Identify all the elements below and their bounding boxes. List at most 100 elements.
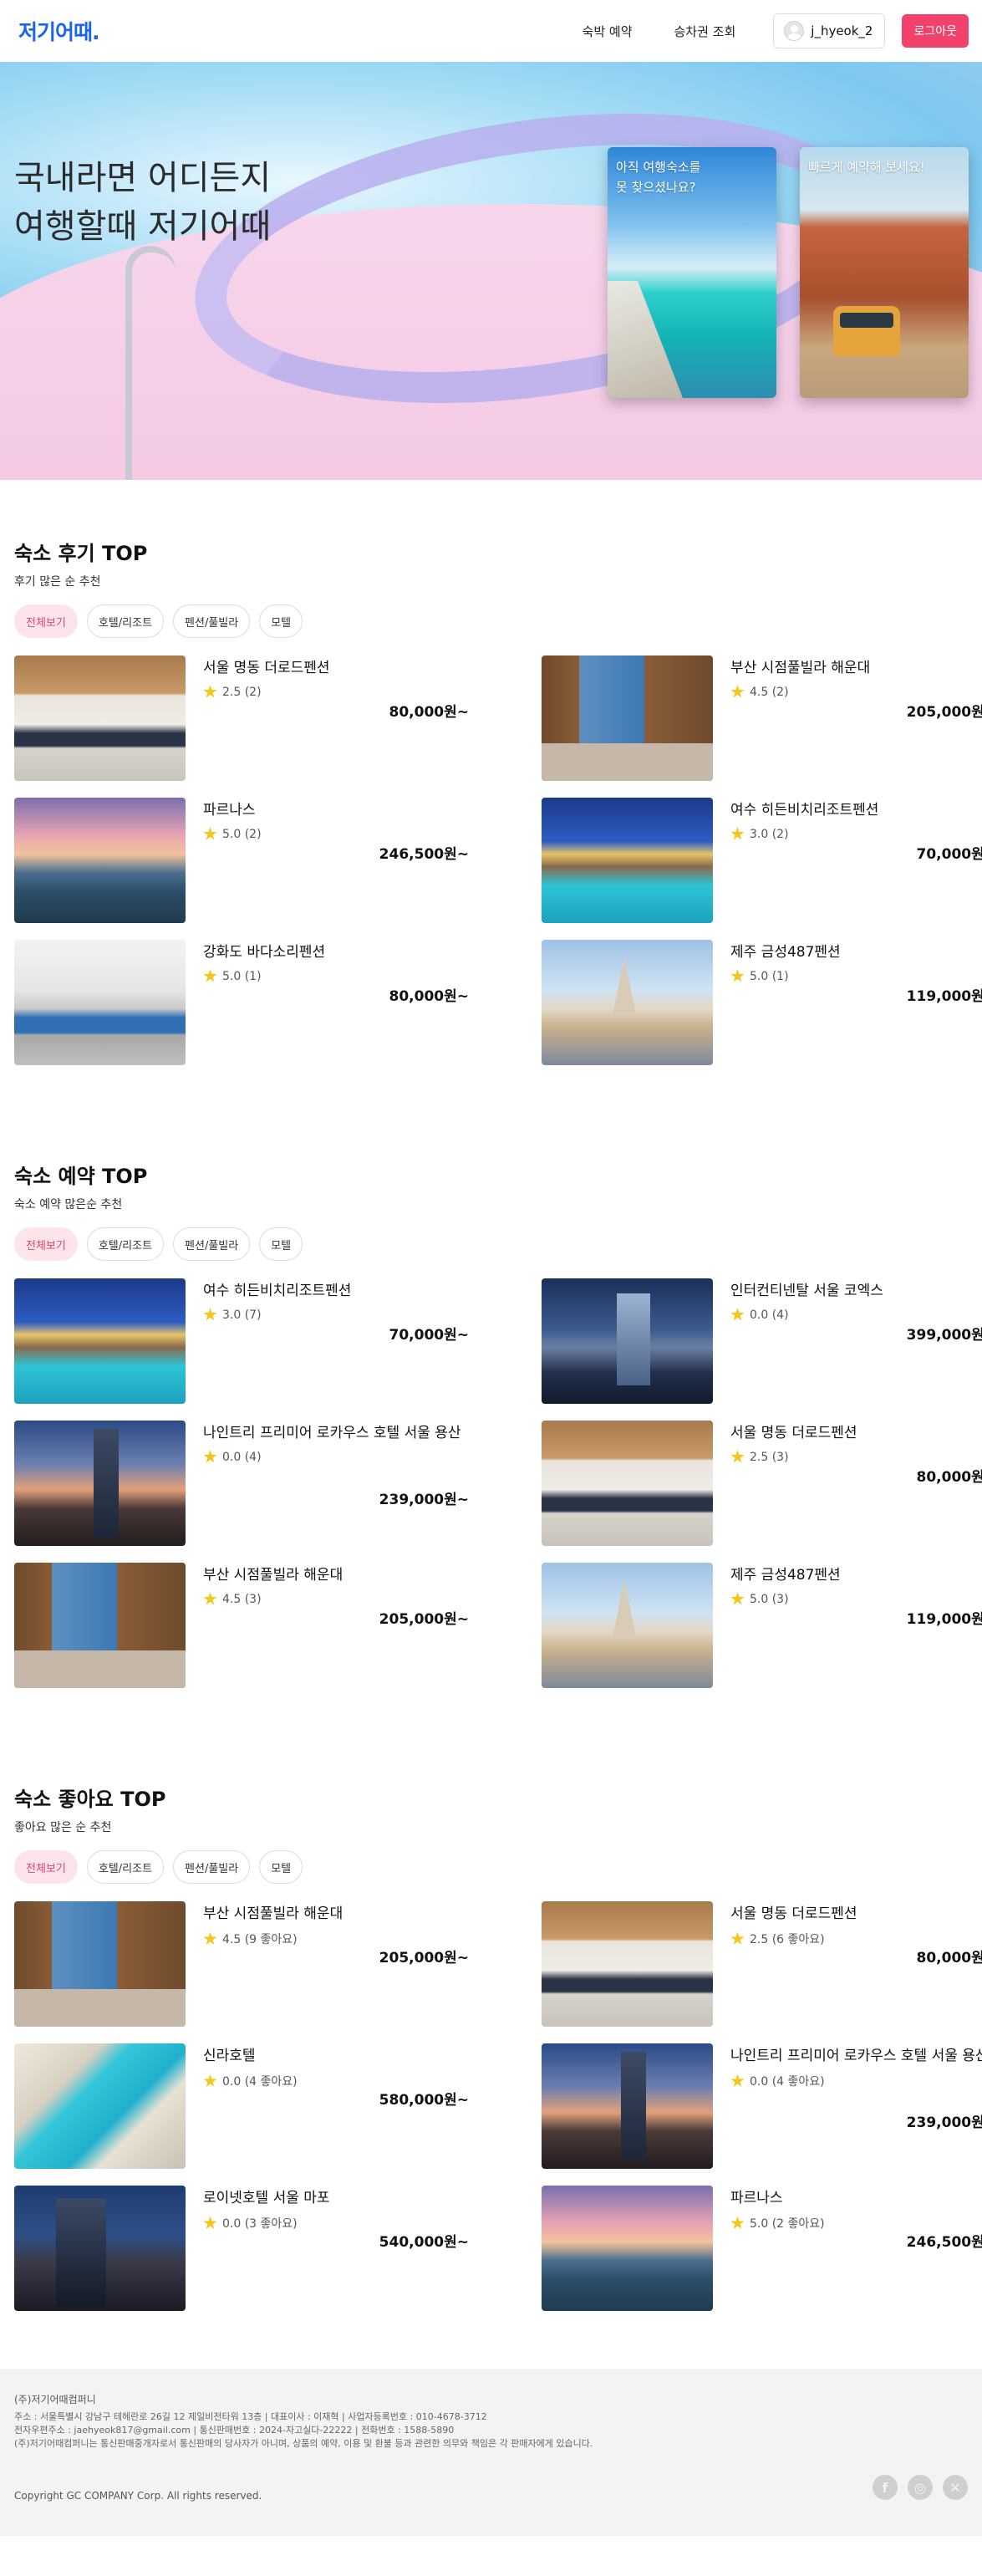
nav-lodging-reservation[interactable]: 숙박 예약	[562, 23, 654, 40]
lodging-info: 제주 금성487펜션 5.0 (1) 119,000원~	[713, 940, 982, 1065]
section-likes-top: 숙소 좋아요 TOP 좋아요 많은 순 추천 전체보기 호텔/리조트 펜션/풀빌라 모텔 …	[0, 1688, 982, 2311]
x-icon[interactable]: ✕	[943, 2475, 968, 2500]
tab-hotel-resort[interactable]: 호텔/리조트	[86, 1227, 165, 1261]
lodging-price: 246,500원~	[379, 846, 469, 863]
category-tabs: 전체보기 호텔/리조트 펜션/풀빌라 모텔	[14, 1227, 968, 1261]
lodging-photo[interactable]	[14, 2043, 186, 2169]
lodging-card[interactable]: 서울 명동 더로드펜션 2.5 (3) 80,000원~	[542, 1421, 982, 1546]
logo[interactable]: 저기어때.	[18, 16, 99, 46]
lodging-photo[interactable]	[542, 1563, 713, 1688]
lodging-card[interactable]: 여수 히든비치리조트펜션 3.0 (7) 70,000원~	[14, 1278, 469, 1404]
tab-pension-poolvilla[interactable]: 펜션/풀빌라	[173, 1227, 251, 1261]
lodging-name[interactable]: 서울 명동 더로드펜션	[730, 1903, 982, 1926]
tab-all[interactable]: 전체보기	[14, 604, 78, 638]
lodging-name[interactable]: 파르나스	[203, 799, 469, 822]
lodging-card[interactable]: 서울 명동 더로드펜션 2.5 (2) 80,000원~	[14, 655, 469, 781]
tab-motel[interactable]: 모텔	[259, 604, 303, 638]
lodging-photo[interactable]	[14, 1901, 186, 2027]
lodging-photo[interactable]	[14, 940, 186, 1065]
lodging-name[interactable]: 신라호텔	[203, 2045, 469, 2068]
tab-motel[interactable]: 모텔	[259, 1850, 303, 1884]
lodging-name[interactable]: 나인트리 프리미어 로카우스 호텔 서울 용산	[730, 2045, 982, 2068]
tab-pension-poolvilla[interactable]: 펜션/풀빌라	[173, 604, 251, 638]
hero-card-sea[interactable]: 아직 여행숙소를 못 찾으셨나요?	[608, 147, 776, 398]
instagram-icon[interactable]: ◎	[908, 2475, 933, 2500]
lodging-photo[interactable]	[542, 798, 713, 923]
lodging-name[interactable]: 부산 시점풀빌라 해운대	[203, 1564, 469, 1587]
social-links: f ◎ ✕	[873, 2475, 968, 2500]
lodging-card[interactable]: 신라호텔 0.0 (4 좋아요) 580,000원~	[14, 2043, 469, 2169]
lodging-photo[interactable]	[14, 655, 186, 781]
lodging-card[interactable]: 나인트리 프리미어 로카우스 호텔 서울 용산 0.0 (4 좋아요) 239,…	[542, 2043, 982, 2169]
lodging-rating: 5.0 (2)	[203, 827, 469, 841]
lodging-card[interactable]: 서울 명동 더로드펜션 2.5 (6 좋아요) 80,000원~	[542, 1901, 982, 2027]
lodging-card[interactable]: 파르나스 5.0 (2 좋아요) 246,500원~	[542, 2186, 982, 2311]
lodging-rating: 2.5 (6 좋아요)	[730, 1931, 982, 1947]
lodging-name[interactable]: 여수 히든비치리조트펜션	[203, 1280, 469, 1303]
lodging-card[interactable]: 나인트리 프리미어 로카우스 호텔 서울 용산 0.0 (4) 239,000원…	[14, 1421, 469, 1546]
lodging-card[interactable]: 강화도 바다소리펜션 5.0 (1) 80,000원~	[14, 940, 469, 1065]
lodging-name[interactable]: 서울 명동 더로드펜션	[203, 657, 469, 680]
lodging-info: 로이넷호텔 서울 마포 0.0 (3 좋아요) 540,000원~	[186, 2186, 469, 2311]
lodging-name[interactable]: 서울 명동 더로드펜션	[730, 1422, 982, 1445]
star-icon	[203, 2216, 217, 2229]
lodging-photo[interactable]	[14, 2186, 186, 2311]
lodging-photo[interactable]	[14, 798, 186, 923]
lodging-rating: 3.0 (2)	[730, 827, 982, 841]
lodging-name[interactable]: 제주 금성487펜션	[730, 941, 982, 964]
lodging-name[interactable]: 로이넷호텔 서울 마포	[203, 2187, 469, 2210]
lodging-photo[interactable]	[14, 1278, 186, 1404]
tab-all[interactable]: 전체보기	[14, 1227, 78, 1261]
lodging-card[interactable]: 제주 금성487펜션 5.0 (1) 119,000원~	[542, 940, 982, 1065]
lodging-photo[interactable]	[14, 1563, 186, 1688]
hero-card-text: 빠르게 예약해 보세요!	[808, 160, 925, 175]
lodging-card[interactable]: 부산 시점풀빌라 해운대 4.5 (2) 205,000원~	[542, 655, 982, 781]
lodging-photo[interactable]	[542, 1421, 713, 1546]
lodging-price: 580,000원~	[379, 2092, 469, 2109]
section-subtitle: 후기 많은 순 추천	[14, 575, 101, 589]
lodging-grid: 부산 시점풀빌라 해운대 4.5 (9 좋아요) 205,000원~ 서울 명동…	[14, 1901, 982, 2311]
tab-motel[interactable]: 모텔	[259, 1227, 303, 1261]
lodging-photo[interactable]	[542, 2186, 713, 2311]
lodging-name[interactable]: 제주 금성487펜션	[730, 1564, 982, 1587]
user-profile-button[interactable]: j_hyeok_2	[773, 13, 886, 48]
nav-ticket-lookup[interactable]: 승차권 조회	[654, 23, 757, 40]
tab-hotel-resort[interactable]: 호텔/리조트	[86, 604, 165, 638]
lodging-name[interactable]: 파르나스	[730, 2187, 982, 2210]
lodging-card[interactable]: 부산 시점풀빌라 해운대 4.5 (9 좋아요) 205,000원~	[14, 1901, 469, 2027]
lodging-name[interactable]: 인터컨티넨탈 서울 코엑스	[730, 1280, 982, 1303]
lodging-card[interactable]: 부산 시점풀빌라 해운대 4.5 (3) 205,000원~	[14, 1563, 469, 1688]
lodging-photo[interactable]	[542, 1901, 713, 2027]
lodging-card[interactable]: 제주 금성487펜션 5.0 (3) 119,000원~	[542, 1563, 982, 1688]
lodging-price: 540,000원~	[379, 2234, 469, 2251]
lodging-photo[interactable]	[542, 2043, 713, 2169]
lodging-photo[interactable]	[542, 1278, 713, 1404]
lodging-photo[interactable]	[14, 1421, 186, 1546]
tab-all[interactable]: 전체보기	[14, 1850, 78, 1884]
rating-value: 0.0 (4)	[750, 1308, 789, 1322]
lodging-card[interactable]: 파르나스 5.0 (2) 246,500원~	[14, 798, 469, 923]
tab-pension-poolvilla[interactable]: 펜션/풀빌라	[173, 1850, 251, 1884]
hero-card-desert[interactable]: 빠르게 예약해 보세요!	[800, 147, 969, 398]
lodging-card[interactable]: 로이넷호텔 서울 마포 0.0 (3 좋아요) 540,000원~	[14, 2186, 469, 2311]
lodging-name[interactable]: 강화도 바다소리펜션	[203, 941, 469, 964]
lodging-name[interactable]: 부산 시점풀빌라 해운대	[730, 657, 982, 680]
lodging-card[interactable]: 여수 히든비치리조트펜션 3.0 (2) 70,000원~	[542, 798, 982, 923]
lodging-name[interactable]: 나인트리 프리미어 로카우스 호텔 서울 용산	[203, 1422, 469, 1445]
logout-button[interactable]: 로그아웃	[902, 14, 969, 48]
lodging-name[interactable]: 여수 히든비치리조트펜션	[730, 799, 982, 822]
lodging-card[interactable]: 인터컨티넨탈 서울 코엑스 0.0 (4) 399,000원~	[542, 1278, 982, 1404]
lodging-rating: 4.5 (3)	[203, 1592, 469, 1606]
section-subtitle: 숙소 예약 많은순 추천	[14, 1198, 123, 1211]
rating-value: 5.0 (1)	[750, 969, 789, 983]
van-graphic	[833, 306, 900, 356]
lodging-photo[interactable]	[542, 655, 713, 781]
lodging-info: 부산 시점풀빌라 해운대 4.5 (3) 205,000원~	[186, 1563, 469, 1688]
footer-address: 주소 : 서울특별시 강남구 테헤란로 26길 12 제일비전타워 13층 | …	[14, 2411, 487, 2422]
lodging-price: 399,000원~	[906, 1327, 982, 1344]
lodging-photo[interactable]	[542, 940, 713, 1065]
tab-hotel-resort[interactable]: 호텔/리조트	[86, 1850, 165, 1884]
lodging-name[interactable]: 부산 시점풀빌라 해운대	[203, 1903, 469, 1926]
facebook-icon[interactable]: f	[873, 2475, 898, 2500]
star-icon	[203, 1308, 217, 1321]
